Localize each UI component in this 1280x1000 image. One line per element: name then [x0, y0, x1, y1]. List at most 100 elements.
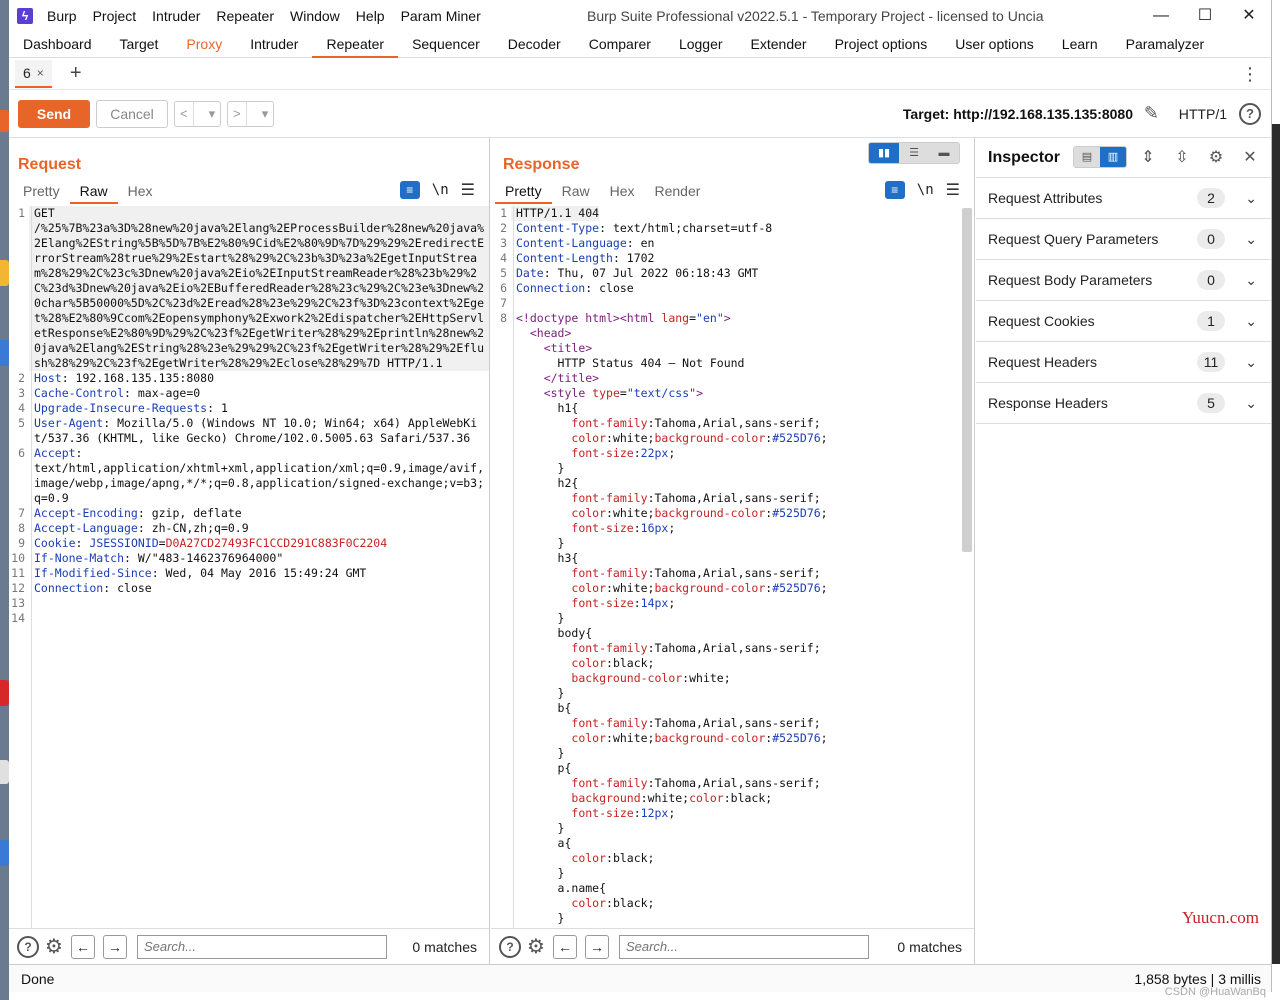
- code-line: 5 Date: Thu, 07 Jul 2022 06:18:43 GMT: [491, 266, 974, 281]
- help-icon[interactable]: ?: [499, 935, 521, 958]
- settings-gear-icon[interactable]: ⚙: [1203, 147, 1229, 167]
- chevron-down-icon[interactable]: ⌄: [1245, 190, 1257, 207]
- line-content: Connection: close: [511, 281, 634, 296]
- tab-logger[interactable]: Logger: [665, 32, 737, 57]
- hamburger-menu-icon[interactable]: ☰: [461, 180, 475, 200]
- line-content: font-family:Tahoma,Arial,sans-serif;: [511, 491, 820, 506]
- minimize-icon[interactable]: —: [1139, 0, 1183, 32]
- request-editor[interactable]: 1 GET /%25%7B%23a%3D%28new%20java%2Elang%…: [9, 206, 489, 928]
- layout-side-by-side-icon[interactable]: ▮▮: [869, 143, 899, 163]
- close-inspector-icon[interactable]: ✕: [1237, 147, 1263, 167]
- collapse-all-icon[interactable]: ⇳: [1169, 147, 1195, 167]
- edit-target-icon[interactable]: ✎: [1144, 103, 1159, 124]
- line-number: [491, 491, 511, 506]
- chevron-down-icon[interactable]: ⌄: [1245, 272, 1257, 289]
- tab-hex[interactable]: Hex: [600, 180, 645, 204]
- previous-match-icon[interactable]: ←: [552, 934, 577, 959]
- help-icon[interactable]: ?: [17, 935, 39, 958]
- line-number: [491, 476, 511, 491]
- inspector-row-request-body-parameters[interactable]: Request Body Parameters 0 ⌄: [976, 260, 1271, 301]
- tab-extender[interactable]: Extender: [737, 32, 821, 57]
- forward-icon[interactable]: >: [228, 106, 246, 121]
- request-search-input[interactable]: [136, 934, 387, 959]
- back-icon[interactable]: <: [175, 106, 193, 121]
- tab-decoder[interactable]: Decoder: [494, 32, 575, 57]
- layout-stacked-icon[interactable]: ☰: [899, 143, 929, 163]
- help-icon[interactable]: ?: [1239, 102, 1261, 125]
- tab-dashboard[interactable]: Dashboard: [9, 32, 106, 57]
- code-line: color:black;: [491, 656, 974, 671]
- tab-raw[interactable]: Raw: [552, 180, 600, 204]
- chevron-down-icon[interactable]: ⌄: [1245, 231, 1257, 248]
- tab-repeater[interactable]: Repeater: [312, 32, 398, 58]
- inspector-row-response-headers[interactable]: Response Headers 5 ⌄: [976, 383, 1271, 424]
- http-version-toggle[interactable]: HTTP/1: [1179, 106, 1227, 122]
- hamburger-menu-icon[interactable]: ☰: [946, 180, 960, 200]
- back-dropdown-icon[interactable]: ▾: [204, 106, 221, 122]
- chevron-down-icon[interactable]: ⌄: [1245, 395, 1257, 412]
- code-token: : Thu, 07 Jul 2022 06:18:43 GMT: [543, 266, 759, 280]
- maximize-icon[interactable]: ☐: [1183, 0, 1227, 32]
- tab-hex[interactable]: Hex: [118, 180, 163, 204]
- response-scrollbar[interactable]: [962, 208, 972, 552]
- code-token: :: [633, 596, 641, 610]
- line-number: [491, 776, 511, 791]
- code-token: HTTP/1.1 404: [516, 206, 600, 220]
- tab-pretty[interactable]: Pretty: [495, 180, 552, 204]
- response-editor[interactable]: 1 HTTP/1.1 404 2 Content-Type: text/html;ch…: [491, 206, 974, 928]
- code-token: : close: [585, 281, 634, 295]
- menu-burp[interactable]: Burp: [39, 8, 85, 24]
- tab-intruder[interactable]: Intruder: [236, 32, 312, 57]
- tab-render[interactable]: Render: [645, 180, 711, 204]
- line-number: 11: [11, 566, 25, 580]
- repeater-tab-6[interactable]: 6 ×: [15, 59, 52, 88]
- tab-learn[interactable]: Learn: [1048, 32, 1112, 57]
- more-options-icon[interactable]: ⋮: [1241, 64, 1259, 85]
- tab-comparer[interactable]: Comparer: [575, 32, 665, 57]
- line-number: [491, 551, 511, 566]
- chevron-down-icon[interactable]: ⌄: [1245, 313, 1257, 330]
- tab-project-options[interactable]: Project options: [821, 32, 942, 57]
- layout-list-icon[interactable]: ▤: [1074, 147, 1100, 167]
- forward-dropdown-icon[interactable]: ▾: [257, 106, 274, 122]
- tab-sequencer[interactable]: Sequencer: [398, 32, 494, 57]
- menu-project[interactable]: Project: [85, 8, 145, 24]
- menu-repeater[interactable]: Repeater: [208, 8, 282, 24]
- tab-pretty[interactable]: Pretty: [13, 180, 70, 204]
- expand-all-icon[interactable]: ⇕: [1135, 147, 1161, 167]
- chevron-down-icon[interactable]: ⌄: [1245, 354, 1257, 371]
- response-search-input[interactable]: [618, 934, 869, 959]
- code-token: Upgrade-Insecure-Requests: [34, 401, 208, 415]
- next-match-icon[interactable]: →: [584, 934, 609, 959]
- next-match-icon[interactable]: →: [102, 934, 127, 959]
- line-number: 5: [18, 416, 25, 430]
- tab-paramalyzer[interactable]: Paramalyzer: [1112, 32, 1219, 57]
- add-tab-icon[interactable]: +: [70, 62, 82, 85]
- menu-intruder[interactable]: Intruder: [144, 8, 208, 24]
- word-wrap-icon[interactable]: ≡: [884, 181, 905, 199]
- previous-match-icon[interactable]: ←: [70, 934, 95, 959]
- tab-target[interactable]: Target: [106, 32, 173, 57]
- tab-proxy[interactable]: Proxy: [172, 32, 236, 57]
- inspector-row-request-attributes[interactable]: Request Attributes 2 ⌄: [976, 178, 1271, 219]
- settings-gear-icon[interactable]: ⚙: [527, 934, 545, 959]
- inspector-row-request-query-parameters[interactable]: Request Query Parameters 0 ⌄: [976, 219, 1271, 260]
- close-tab-icon[interactable]: ×: [37, 66, 44, 80]
- settings-gear-icon[interactable]: ⚙: [45, 934, 63, 959]
- cancel-button[interactable]: Cancel: [96, 99, 168, 128]
- newline-icon[interactable]: \n: [917, 182, 934, 198]
- menu-window[interactable]: Window: [282, 8, 348, 24]
- layout-tabs-icon[interactable]: ▬: [929, 143, 959, 163]
- layout-panel-icon[interactable]: ▥: [1100, 147, 1126, 167]
- tab-raw[interactable]: Raw: [69, 180, 118, 204]
- word-wrap-icon[interactable]: ≡: [399, 181, 420, 199]
- menu-param-miner[interactable]: Param Miner: [393, 8, 489, 24]
- tab-user-options[interactable]: User options: [941, 32, 1048, 57]
- inspector-row-request-cookies[interactable]: Request Cookies 1 ⌄: [976, 301, 1271, 342]
- newline-icon[interactable]: \n: [432, 182, 449, 198]
- send-button[interactable]: Send: [18, 99, 90, 128]
- menu-help[interactable]: Help: [348, 8, 393, 24]
- close-icon[interactable]: ✕: [1227, 0, 1271, 32]
- inspector-row-request-headers[interactable]: Request Headers 11 ⌄: [976, 342, 1271, 383]
- line-content: If-None-Match: W/"483-1462376964000": [29, 551, 283, 566]
